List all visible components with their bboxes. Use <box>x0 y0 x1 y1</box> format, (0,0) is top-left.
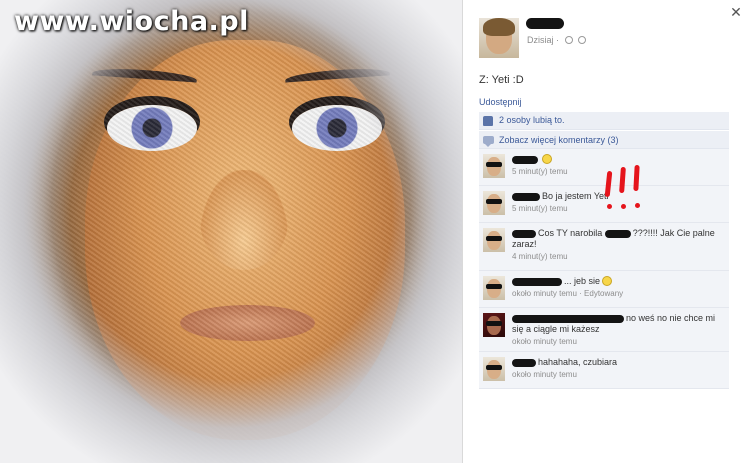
exclamation-dot <box>635 203 640 208</box>
close-icon[interactable]: ✕ <box>728 4 744 20</box>
exclamation-bar <box>619 166 626 194</box>
comment-text: no weś no nie chce mi się a ciągle mi ka… <box>512 313 723 335</box>
avatar[interactable] <box>483 276 505 300</box>
commenter-name-redacted[interactable] <box>512 358 536 367</box>
comment-time[interactable]: około minuty temu <box>512 337 723 346</box>
comment-body: Bo ja jestem Yeti <box>542 191 609 201</box>
commenter-name-redacted[interactable] <box>512 192 540 201</box>
post-timestamp[interactable]: Dzisiaj <box>527 35 554 45</box>
exclamation-bar <box>633 164 640 192</box>
mentioned-name-redacted <box>604 229 631 238</box>
fur-vignette <box>0 0 462 463</box>
post-meta: Dzisiaj · <box>527 35 587 45</box>
comment: hahahaha, czubiara około minuty temu <box>479 352 729 389</box>
smiley-icon <box>542 154 552 164</box>
site-watermark: www.wiocha.pl <box>14 6 249 37</box>
smiley-icon <box>602 276 613 286</box>
comment-text <box>512 154 723 165</box>
comment-body-start: Cos TY narobila <box>538 228 603 238</box>
avatar[interactable] <box>483 228 505 252</box>
clock-icon <box>564 36 573 44</box>
avatar[interactable] <box>483 357 505 381</box>
exclamation-bar <box>604 170 613 198</box>
avatar[interactable] <box>479 18 519 58</box>
thumbs-up-icon <box>483 116 493 126</box>
commenter-name-redacted[interactable] <box>512 155 538 164</box>
share-link[interactable]: Udostępnij <box>479 97 522 107</box>
avatar[interactable] <box>483 313 505 337</box>
comment-time[interactable]: 4 minut(y) temu <box>512 252 723 261</box>
feedback-section: 2 osoby lubią to. Zobacz więcej komentar… <box>479 112 729 389</box>
separator-dot: · <box>556 35 560 45</box>
comment: ... jeb sie około minuty temu · Edytowan… <box>479 271 729 308</box>
commenter-name-redacted[interactable] <box>512 277 562 286</box>
likes-text[interactable]: 2 osoby lubią to. <box>499 115 565 125</box>
post-photo: www.wiocha.pl <box>0 0 462 463</box>
comment-text: hahahaha, czubiara <box>512 357 723 368</box>
comment-text: Cos TY narobila ???!!!! Jak Cie palne za… <box>512 228 723 250</box>
comment-body: hahahaha, czubiara <box>538 357 618 367</box>
comment: Cos TY narobila ???!!!! Jak Cie palne za… <box>479 223 729 271</box>
view-more-comments[interactable]: Zobacz więcej komentarzy (3) <box>479 130 729 149</box>
globe-icon[interactable] <box>578 36 587 44</box>
likes-row[interactable]: 2 osoby lubią to. <box>479 112 729 130</box>
comment-time[interactable]: około minuty temu · Edytowany <box>512 289 723 298</box>
comment-text: ... jeb sie <box>512 276 723 287</box>
avatar[interactable] <box>483 154 505 178</box>
comment: no weś no nie chce mi się a ciągle mi ka… <box>479 308 729 352</box>
author-name-redacted[interactable] <box>526 18 564 29</box>
comment-body: ... jeb sie <box>564 276 601 286</box>
commenter-name-redacted[interactable] <box>512 314 624 323</box>
exclamation-dot <box>607 204 612 209</box>
avatar[interactable] <box>483 191 505 215</box>
post-header: Dzisiaj · <box>479 18 729 62</box>
commenter-name-redacted[interactable] <box>512 229 536 238</box>
view-more-comments-label[interactable]: Zobacz więcej komentarzy (3) <box>499 135 619 145</box>
comment-bubble-icon <box>483 136 494 147</box>
annotation-exclamation-marks <box>604 164 644 213</box>
comment-time[interactable]: około minuty temu <box>512 370 723 379</box>
exclamation-dot <box>621 204 626 209</box>
post-caption: Z: Yeti :D <box>479 74 524 86</box>
